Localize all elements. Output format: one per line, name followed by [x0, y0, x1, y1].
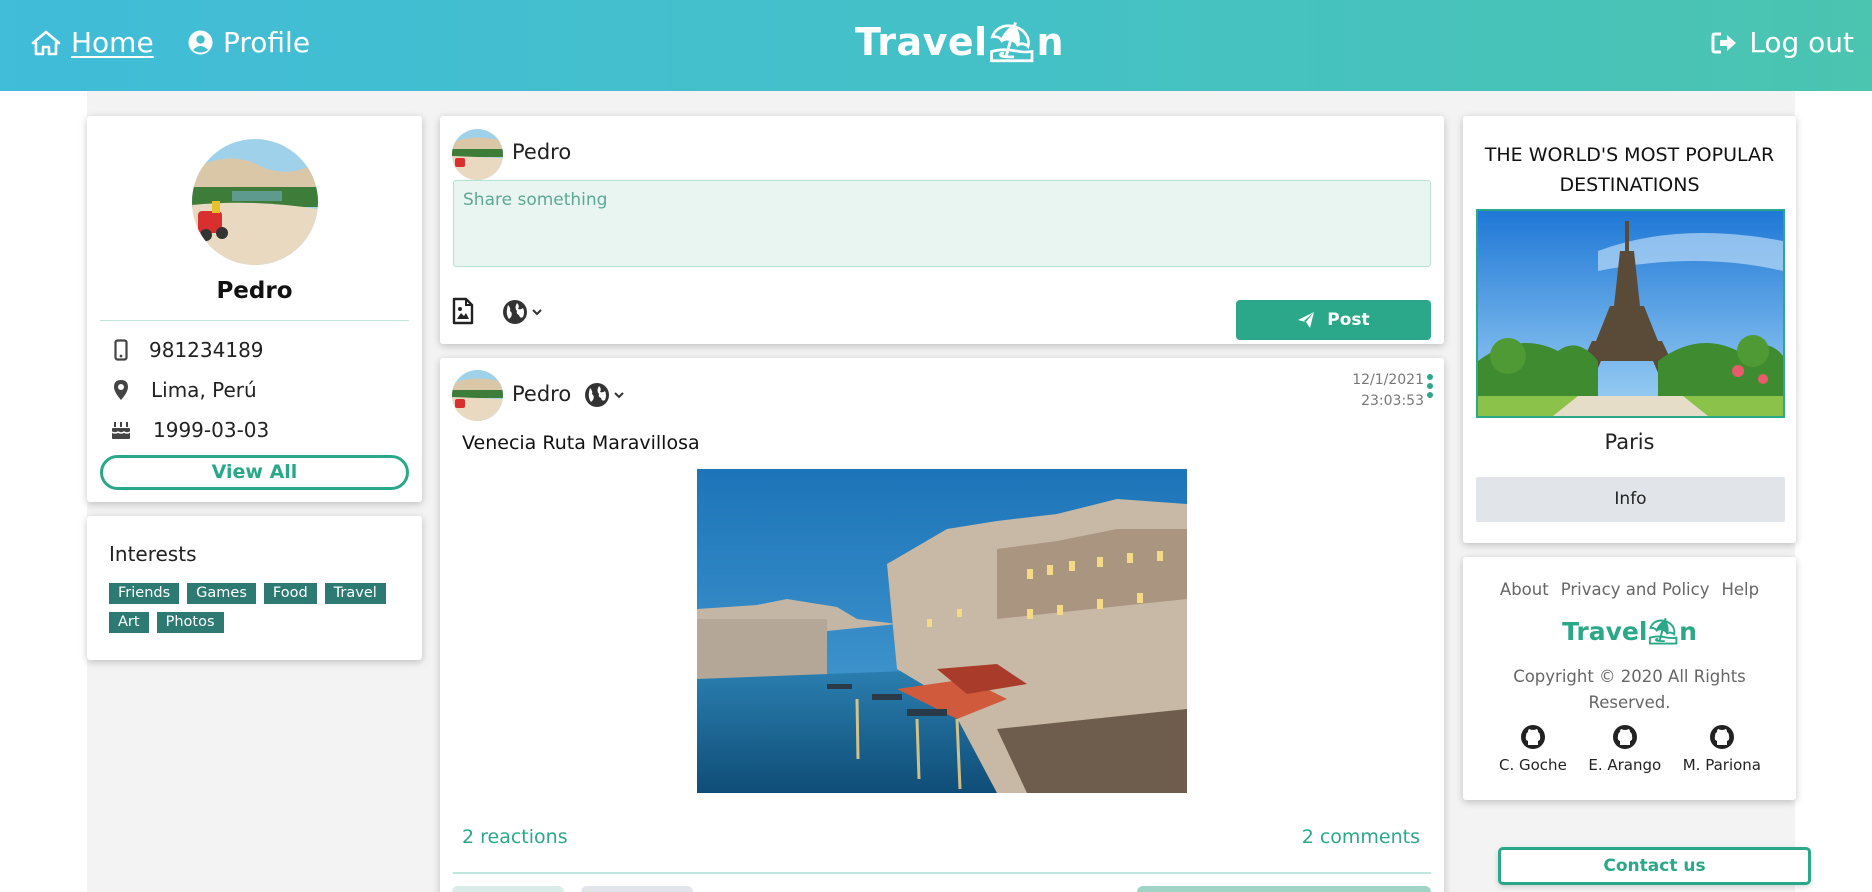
file-image-icon[interactable] [452, 297, 474, 325]
authors-list: C. Goche E. Arango M. Pariona [1499, 724, 1761, 774]
post-timestamp: 12/1/2021 23:03:53 [1352, 370, 1424, 412]
profile-name: Pedro [216, 278, 293, 304]
interest-tag[interactable]: Food [263, 583, 317, 604]
composer-user-name: Pedro [512, 140, 572, 164]
birthday-row: 1999-03-03 [107, 418, 269, 442]
footer-links: About Privacy and Policy Help [1463, 580, 1796, 599]
chevron-down-icon [532, 309, 542, 316]
author-name: E. Arango [1588, 756, 1662, 774]
logout-button[interactable]: Log out [1711, 26, 1854, 59]
post-stats: 2 reactions 2 comments [462, 826, 1420, 848]
phone-row: 981234189 [107, 338, 264, 362]
author-link[interactable]: E. Arango [1588, 724, 1661, 774]
interest-tag[interactable]: Travel [324, 583, 386, 604]
react-button[interactable] [452, 886, 564, 892]
post-time: 23:03:53 [1361, 393, 1424, 409]
destination-image[interactable] [1476, 209, 1785, 418]
location-text: Lima, Perú [151, 378, 257, 402]
post-text: Venecia Ruta Maravillosa [462, 432, 700, 454]
share-input[interactable] [453, 180, 1431, 267]
birthday-cake-icon [111, 422, 131, 439]
nav-home-link[interactable]: Home [31, 26, 154, 59]
footer-logo: Travel⛱n [1562, 617, 1697, 646]
map-marker-icon [114, 380, 128, 400]
post-options-icon[interactable] [1427, 374, 1433, 401]
author-link[interactable]: M. Pariona [1683, 724, 1761, 774]
interests-card: Interests Friends Games Food Travel Art … [87, 516, 422, 660]
post-privacy-dropdown[interactable] [584, 382, 625, 408]
post-author-name[interactable]: Pedro [512, 382, 571, 406]
view-all-button[interactable]: View All [100, 455, 409, 490]
footer-link-help[interactable]: Help [1721, 580, 1759, 599]
post-divider [453, 872, 1431, 874]
github-icon [1520, 725, 1545, 749]
profile-avatar[interactable] [192, 139, 318, 265]
nav-profile-link[interactable]: Profile [188, 26, 310, 59]
globe-icon [503, 300, 527, 324]
copyright-text: Copyright © 2020 All Rights Reserved. [1513, 667, 1746, 712]
nav-profile-label: Profile [223, 26, 311, 59]
privacy-dropdown[interactable] [502, 299, 543, 325]
interest-tag[interactable]: Games [187, 583, 256, 604]
post-date: 12/1/2021 [1352, 372, 1424, 388]
footer-link-privacy[interactable]: Privacy and Policy [1561, 580, 1710, 599]
profile-card: Pedro 981234189 Lima, Perú 1999-03-03 Vi… [87, 116, 422, 502]
github-icon [1612, 725, 1637, 749]
reactions-count[interactable]: 2 reactions [462, 826, 568, 848]
destination-info-button[interactable]: Info [1476, 477, 1785, 522]
post-button-label: Post [1327, 310, 1370, 330]
post-card: Pedro 12/1/2021 23:03:53 Venecia Ruta Ma… [440, 358, 1444, 892]
share-button[interactable] [1137, 886, 1431, 892]
sign-out-icon [1711, 32, 1737, 53]
post-image[interactable] [697, 469, 1187, 793]
user-circle-icon [188, 30, 213, 55]
profile-divider [100, 320, 409, 321]
mobile-phone-icon [114, 339, 128, 361]
post-author-avatar[interactable] [452, 370, 503, 421]
location-row: Lima, Perú [107, 378, 257, 402]
author-name: C. Goche [1499, 756, 1567, 774]
footer-card: About Privacy and Policy Help Travel⛱n C… [1463, 557, 1796, 800]
post-button[interactable]: Post [1236, 300, 1431, 340]
interest-tags: Friends Games Food Travel Art Photos [109, 583, 409, 633]
home-icon [31, 30, 61, 55]
top-navbar: Home Profile Travel⛱n Log out [0, 0, 1872, 91]
interests-title: Interests [109, 542, 197, 566]
interest-tag[interactable]: Friends [109, 583, 180, 604]
globe-icon [585, 383, 609, 407]
github-icon [1709, 725, 1734, 749]
paper-plane-icon [1298, 312, 1315, 328]
comment-button[interactable] [581, 886, 693, 892]
contact-us-button[interactable]: Contact us [1498, 847, 1811, 885]
composer-avatar[interactable] [452, 129, 503, 180]
interest-tag[interactable]: Photos [156, 612, 224, 633]
birthday-text: 1999-03-03 [153, 418, 270, 442]
interest-tag[interactable]: Art [109, 612, 149, 633]
comments-count[interactable]: 2 comments [1302, 826, 1420, 848]
post-composer: Pedro Post [440, 116, 1444, 344]
author-name: M. Pariona [1682, 756, 1761, 774]
logout-label: Log out [1749, 26, 1854, 59]
destination-city: Paris [1604, 430, 1655, 454]
author-link[interactable]: C. Goche [1499, 724, 1567, 774]
destinations-title: THE WORLD'S MOST POPULAR DESTINATIONS [1484, 144, 1775, 196]
destinations-card: THE WORLD'S MOST POPULAR DESTINATIONS Pa… [1463, 116, 1796, 543]
chevron-down-icon [614, 392, 624, 399]
phone-number: 981234189 [149, 338, 264, 362]
app-logo[interactable]: Travel⛱n [855, 20, 1064, 65]
footer-link-about[interactable]: About [1500, 580, 1549, 599]
nav-home-label: Home [71, 26, 154, 59]
